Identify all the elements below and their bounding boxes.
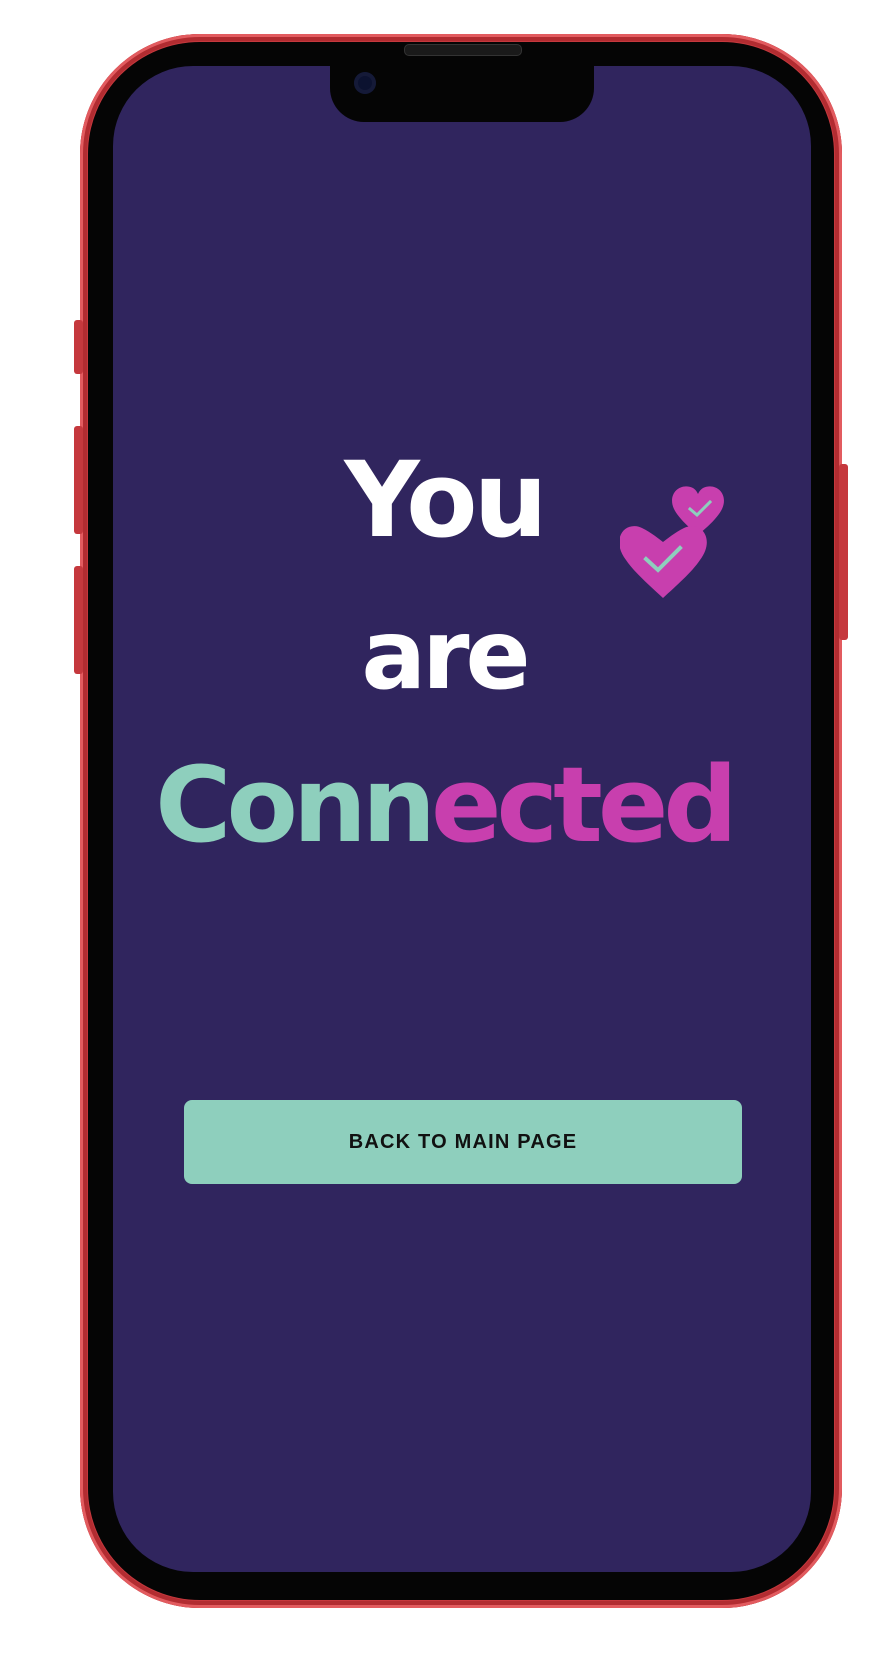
headline-connected-part2: ected <box>430 744 738 866</box>
heart-check-icon <box>620 486 724 598</box>
back-to-main-page-button[interactable]: BACK TO MAIN PAGE <box>184 1100 742 1184</box>
earpiece-speaker <box>404 44 522 56</box>
headline-connected: Connected <box>0 745 888 865</box>
headline-are: are <box>361 599 530 711</box>
headline-you: You <box>344 439 547 561</box>
silent-switch <box>74 320 83 374</box>
front-camera <box>354 72 376 94</box>
heart-large-icon <box>620 526 707 598</box>
headline-connected-part1: Conn <box>155 744 436 866</box>
